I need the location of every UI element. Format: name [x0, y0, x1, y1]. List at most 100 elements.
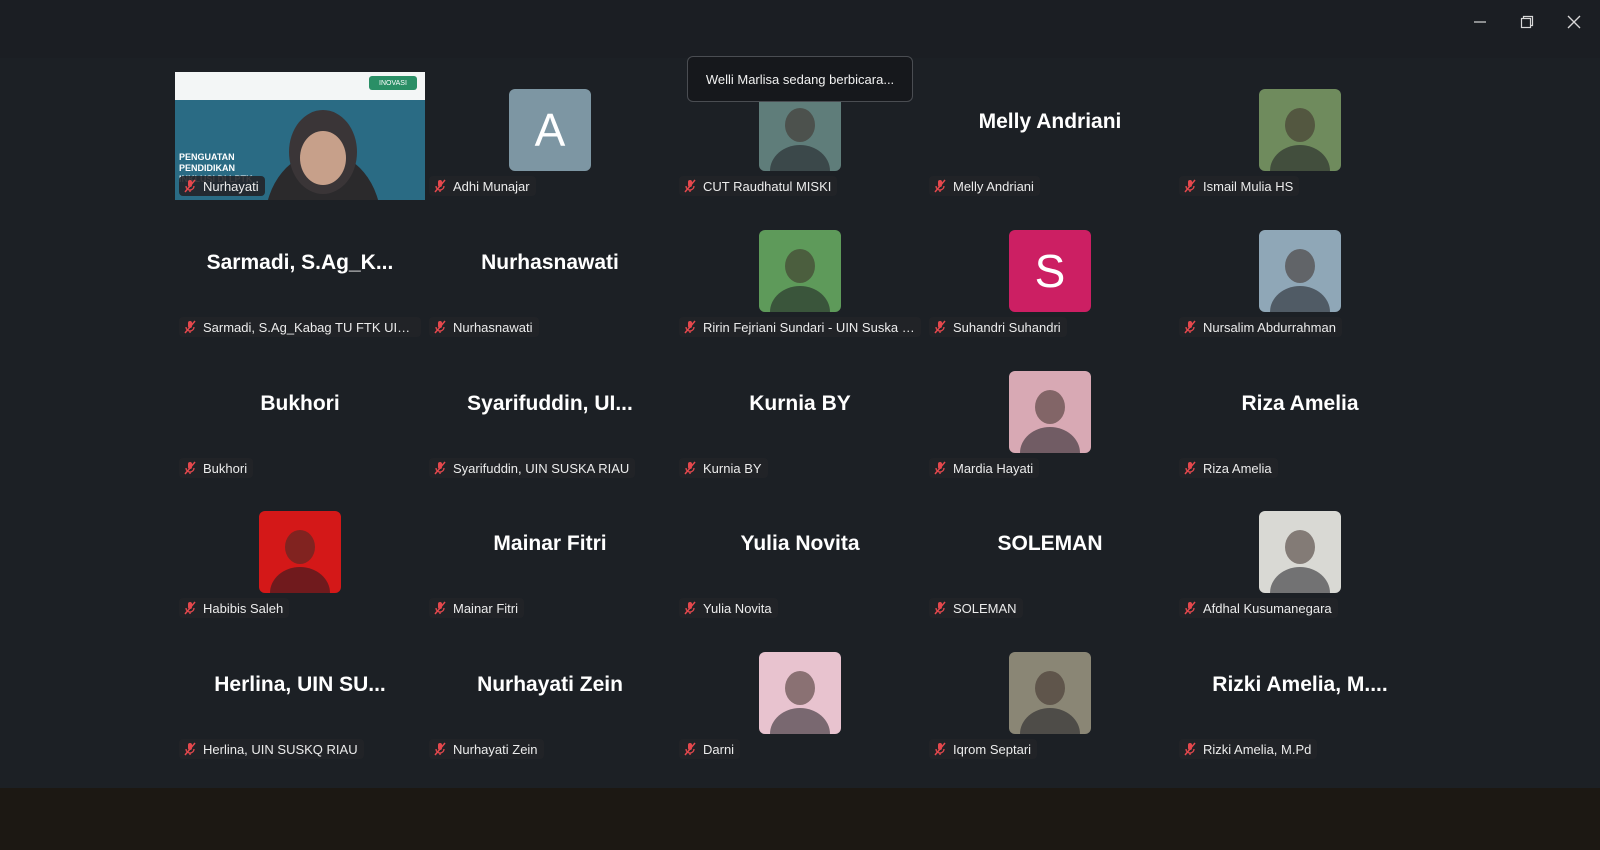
- participant-nameplate: Adhi Munajar: [429, 176, 536, 196]
- participant-nameplate: Yulia Novita: [679, 598, 778, 618]
- participant-nameplate: Ismail Mulia HS: [1179, 176, 1300, 196]
- participant-name: Nurhayati Zein: [453, 741, 538, 757]
- participant-name: Nurhayati: [203, 178, 259, 194]
- participant-name: Rizki Amelia, M.Pd: [1203, 741, 1312, 757]
- participant-name: Syarifuddin, UIN SUSKA RIAU: [453, 460, 630, 476]
- participant-avatar: [1259, 511, 1341, 593]
- muted-mic-icon: [434, 742, 446, 756]
- participant-display-name: Melly Andriani: [978, 110, 1122, 133]
- participant-tile[interactable]: Iqrom Septari: [925, 623, 1175, 763]
- participant-avatar: [759, 230, 841, 312]
- muted-mic-icon: [434, 320, 446, 334]
- participant-name: SOLEMAN: [953, 600, 1017, 616]
- muted-mic-icon: [934, 742, 946, 756]
- muted-mic-icon: [934, 461, 946, 475]
- participant-name: Sarmadi, S.Ag_Kabag TU FTK UIN Sus...: [203, 319, 415, 335]
- title-bar: [0, 0, 1600, 58]
- participant-tile[interactable]: Riza Amelia Riza Amelia: [1175, 342, 1425, 482]
- participant-avatar: [1009, 371, 1091, 453]
- muted-mic-icon: [684, 742, 696, 756]
- close-icon: [1567, 15, 1581, 29]
- participant-nameplate: Nurhasnawati: [429, 317, 539, 337]
- participant-display-name: Herlina, UIN SU...: [214, 673, 386, 696]
- profile-photo-icon: [1270, 530, 1330, 593]
- participant-display-name: Mainar Fitri: [493, 532, 607, 555]
- close-button[interactable]: [1552, 8, 1596, 36]
- muted-mic-icon: [684, 320, 696, 334]
- participant-tile[interactable]: Herlina, UIN SU... Herlina, UIN SUSKQ RIA…: [175, 623, 425, 763]
- participant-display-name: Rizki Amelia, M....: [1212, 673, 1388, 696]
- profile-photo-icon: [770, 249, 830, 312]
- participant-name: CUT Raudhatul MISKI: [703, 178, 832, 194]
- participant-tile[interactable]: Rizki Amelia, M.... Rizki Amelia, M.Pd: [1175, 623, 1425, 763]
- participant-avatar: S: [1009, 230, 1091, 312]
- participant-tile[interactable]: S Suhandri Suhandri: [925, 201, 1175, 341]
- participant-nameplate: CUT Raudhatul MISKI: [679, 176, 838, 196]
- meeting-toolbar-area: [0, 788, 1600, 850]
- participant-nameplate: Rizki Amelia, M.Pd: [1179, 739, 1318, 759]
- participant-tile[interactable]: Mainar Fitri Mainar Fitri: [425, 482, 675, 622]
- participant-display-name: Syarifuddin, UI...: [467, 392, 633, 415]
- participant-tile[interactable]: Ririn Fejriani Sundari - UIN Suska Riau: [675, 201, 925, 341]
- participant-name: Kurnia BY: [703, 460, 762, 476]
- muted-mic-icon: [1184, 601, 1196, 615]
- participant-tile[interactable]: Afdhal Kusumanegara: [1175, 482, 1425, 622]
- participant-nameplate: Nurhayati Zein: [429, 739, 544, 759]
- muted-mic-icon: [434, 461, 446, 475]
- participant-name: Nurhasnawati: [453, 319, 533, 335]
- participant-nameplate: Mardia Hayati: [929, 458, 1040, 478]
- participant-nameplate: Herlina, UIN SUSKQ RIAU: [179, 739, 364, 759]
- participant-nameplate: Nurhayati: [179, 176, 265, 196]
- muted-mic-icon: [1184, 179, 1196, 193]
- participant-nameplate: Melly Andriani: [929, 176, 1040, 196]
- participant-tile[interactable]: Darni: [675, 623, 925, 763]
- muted-mic-icon: [1184, 320, 1196, 334]
- participant-tile[interactable]: SOLEMAN SOLEMAN: [925, 482, 1175, 622]
- avatar-initial: S: [1034, 245, 1066, 297]
- participant-tile[interactable]: Nurhasnawati Nurhasnawati: [425, 201, 675, 341]
- muted-mic-icon: [684, 601, 696, 615]
- participant-tile[interactable]: Syarifuddin, UI... Syarifuddin, UIN SUSKA…: [425, 342, 675, 482]
- participant-nameplate: Suhandri Suhandri: [929, 317, 1067, 337]
- participant-tile[interactable]: INOVASIPENGUATAN PENDIDIKAN INKLUSI DI L…: [175, 60, 425, 200]
- participant-nameplate: Habibis Saleh: [179, 598, 290, 618]
- participant-name: Riza Amelia: [1203, 460, 1272, 476]
- participant-display-name: Nurhayati Zein: [477, 673, 623, 696]
- participant-avatar: [1259, 89, 1341, 171]
- participant-tile[interactable]: Mardia Hayati: [925, 342, 1175, 482]
- participant-name: Nursalim Abdurrahman: [1203, 319, 1336, 335]
- restore-icon: [1520, 15, 1534, 29]
- participant-tile[interactable]: Kurnia BY Kurnia BY: [675, 342, 925, 482]
- muted-mic-icon: [684, 461, 696, 475]
- profile-photo-icon: [1270, 249, 1330, 312]
- participant-tile[interactable]: Nursalim Abdurrahman: [1175, 201, 1425, 341]
- participant-nameplate: Afdhal Kusumanegara: [1179, 598, 1338, 618]
- participant-nameplate: Mainar Fitri: [429, 598, 525, 618]
- muted-mic-icon: [1184, 461, 1196, 475]
- participant-name: Yulia Novita: [703, 600, 772, 616]
- participant-display-name: Bukhori: [260, 392, 340, 415]
- participant-tile[interactable]: A Adhi Munajar: [425, 60, 675, 200]
- participant-tile[interactable]: Melly Andriani Melly Andriani: [925, 60, 1175, 200]
- participant-display-name: Nurhasnawati: [481, 251, 619, 274]
- muted-mic-icon: [184, 179, 196, 193]
- muted-mic-icon: [934, 601, 946, 615]
- participant-tile[interactable]: Nurhayati Zein Nurhayati Zein: [425, 623, 675, 763]
- participant-name: Melly Andriani: [953, 178, 1034, 194]
- profile-photo-icon: [1020, 671, 1080, 734]
- participant-tile[interactable]: Bukhori Bukhori: [175, 342, 425, 482]
- participant-name: Afdhal Kusumanegara: [1203, 600, 1332, 616]
- participant-tile[interactable]: Ismail Mulia HS: [1175, 60, 1425, 200]
- muted-mic-icon: [434, 179, 446, 193]
- participant-tile[interactable]: Yulia Novita Yulia Novita: [675, 482, 925, 622]
- participant-nameplate: Kurnia BY: [679, 458, 768, 478]
- restore-button[interactable]: [1505, 8, 1549, 36]
- participant-nameplate: Sarmadi, S.Ag_Kabag TU FTK UIN Sus...: [179, 317, 421, 337]
- muted-mic-icon: [184, 742, 196, 756]
- participant-tile[interactable]: Sarmadi, S.Ag_K... Sarmadi, S.Ag_Kabag TU…: [175, 201, 425, 341]
- minimize-button[interactable]: [1458, 8, 1502, 36]
- participant-tile[interactable]: Habibis Saleh: [175, 482, 425, 622]
- participant-nameplate: Nursalim Abdurrahman: [1179, 317, 1342, 337]
- participant-nameplate: SOLEMAN: [929, 598, 1023, 618]
- profile-photo-icon: [270, 530, 330, 593]
